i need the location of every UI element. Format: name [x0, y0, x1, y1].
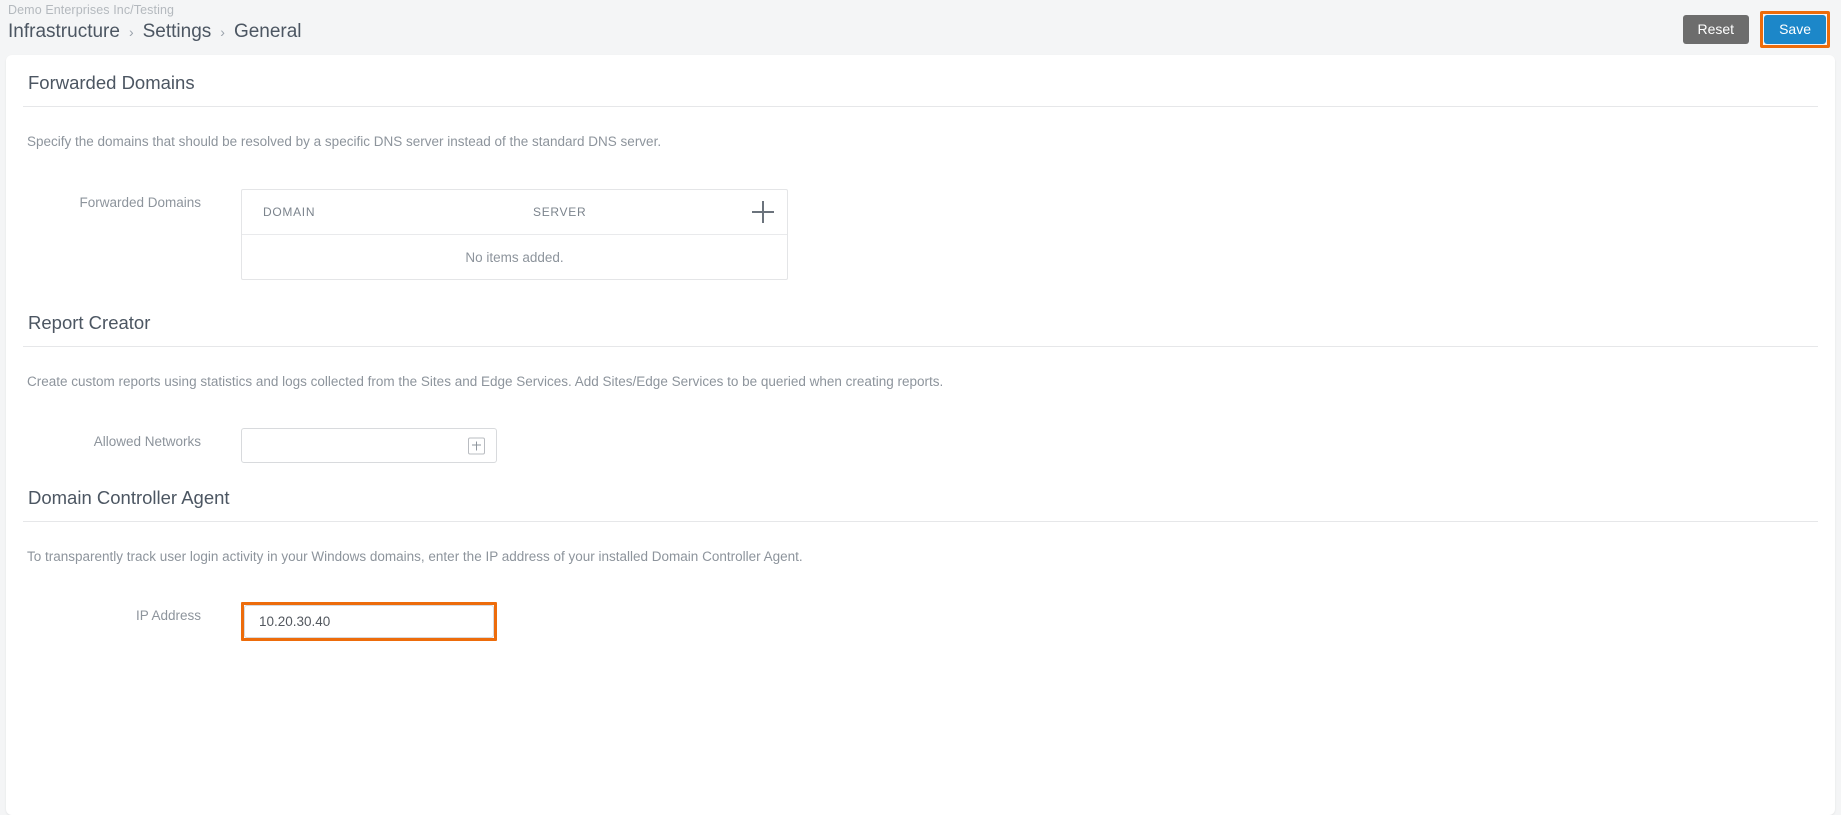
section-description-forwarded-domains: Specify the domains that should be resol… [27, 134, 662, 149]
breadcrumb-item-settings[interactable]: Settings [143, 20, 212, 44]
section-forwarded-domains: Forwarded Domains Specify the domains th… [6, 72, 1835, 280]
section-divider [23, 106, 1818, 107]
add-forwarded-domain-icon[interactable] [752, 201, 774, 223]
table-header-row: DOMAIN SERVER [242, 190, 787, 235]
top-bar: Demo Enterprises Inc/Testing Infrastruct… [0, 0, 1841, 55]
breadcrumb: Demo Enterprises Inc/Testing Infrastruct… [8, 3, 302, 44]
section-domain-controller-agent: Domain Controller Agent To transparently… [6, 487, 1835, 641]
section-divider [23, 346, 1818, 347]
breadcrumb-item-general[interactable]: General [234, 20, 302, 44]
section-title-forwarded-domains: Forwarded Domains [28, 72, 195, 93]
field-label-forwarded-domains: Forwarded Domains [79, 195, 201, 210]
tenant-label: Demo Enterprises Inc/Testing [8, 3, 175, 17]
section-divider [23, 521, 1818, 522]
column-header-domain: DOMAIN [263, 205, 316, 219]
field-label-allowed-networks: Allowed Networks [93, 434, 201, 449]
breadcrumb-item-infrastructure[interactable]: Infrastructure [8, 20, 120, 44]
field-label-ip-address: IP Address [135, 608, 201, 623]
table-empty-message: No items added. [465, 249, 564, 265]
forwarded-domains-table: DOMAIN SERVER No items added. [241, 189, 788, 280]
section-report-creator: Report Creator Create custom reports usi… [6, 312, 1835, 463]
header-actions: Reset Save [1682, 11, 1830, 48]
section-title-domain-controller-agent: Domain Controller Agent [28, 487, 230, 508]
reset-button[interactable]: Reset [1682, 15, 1750, 44]
ip-address-highlight: 10.20.30.40 [241, 602, 497, 641]
section-description-report-creator: Create custom reports using statistics a… [27, 374, 944, 389]
add-allowed-network-icon[interactable] [468, 437, 485, 454]
breadcrumb-separator-icon: › [220, 24, 225, 40]
section-title-report-creator: Report Creator [28, 312, 151, 333]
save-button[interactable]: Save [1764, 15, 1826, 44]
ip-address-input[interactable]: 10.20.30.40 [244, 605, 494, 638]
settings-card: Forwarded Domains Specify the domains th… [6, 55, 1835, 815]
section-description-domain-controller-agent: To transparently track user login activi… [27, 549, 803, 564]
save-button-highlight: Save [1760, 11, 1830, 48]
column-header-server: SERVER [533, 205, 587, 219]
allowed-networks-input[interactable] [241, 428, 497, 463]
breadcrumb-separator-icon: › [128, 24, 134, 40]
